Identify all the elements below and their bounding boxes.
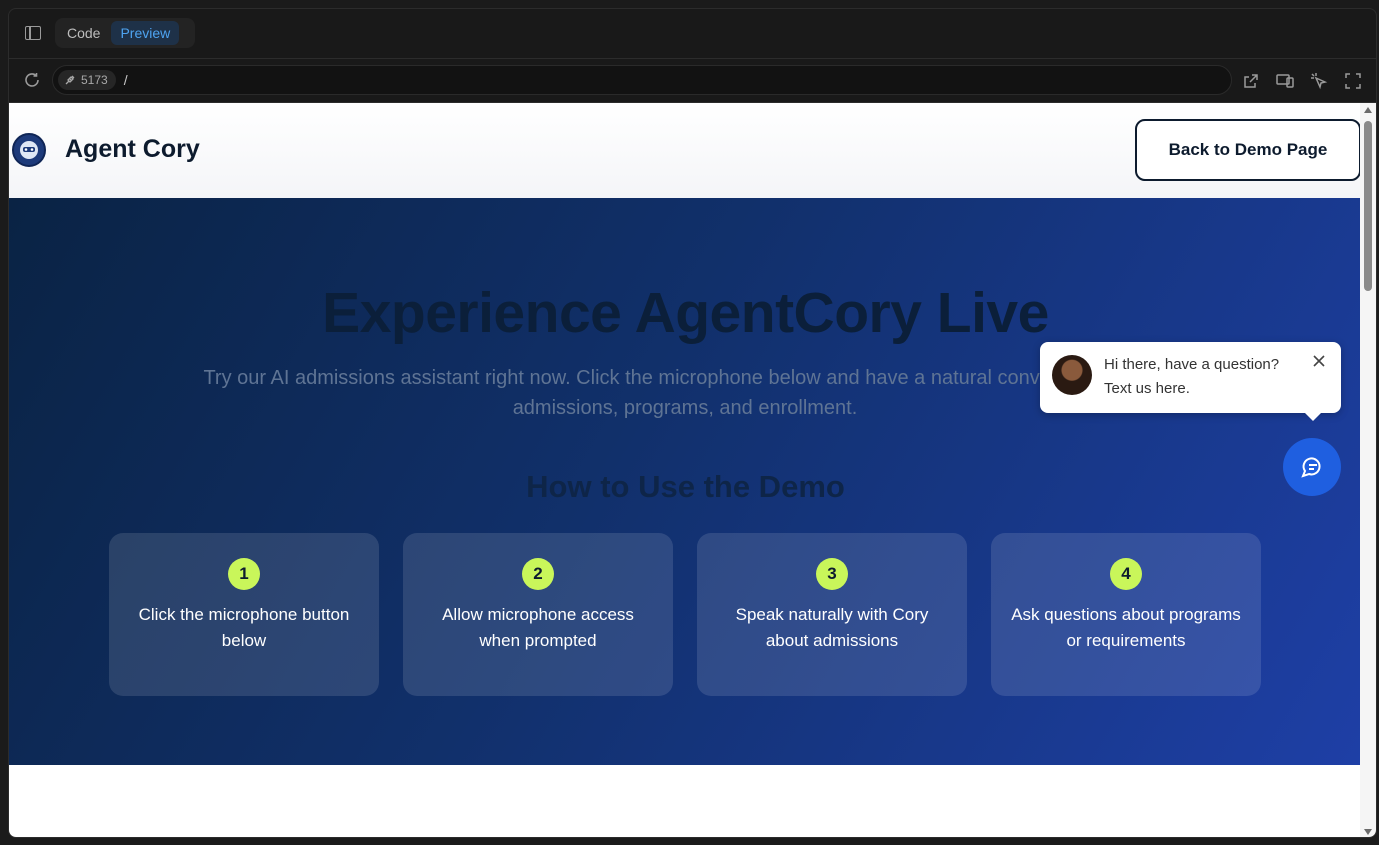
port-badge[interactable]: 5173 [58,70,116,90]
toolbar-icons [1242,72,1362,90]
hero-title: Experience AgentCory Live [322,281,1049,345]
step-text: Ask questions about programs or requirem… [1011,605,1241,650]
hero-section: Experience AgentCory Live Try our AI adm… [9,198,1362,765]
site-header: Agent Cory Back to Demo Page [9,103,1362,198]
tab-preview[interactable]: Preview [111,21,180,45]
responsive-device-icon[interactable] [1276,72,1294,90]
address-row: 5173 / [9,59,1376,103]
step-text: Speak naturally with Cory about admissio… [735,605,929,650]
chat-prompt-text[interactable]: Hi there, have a question? Text us here. [1104,353,1304,401]
brand-name[interactable]: Agent Cory [65,135,200,164]
address-bar[interactable]: 5173 / [52,65,1232,95]
browser-frame: Code Preview 5173 / Agent Cory Back to D… [8,8,1377,838]
chat-launcher-button[interactable] [1283,438,1341,496]
robot-icon [20,141,38,159]
preview-viewport: Agent Cory Back to Demo Page Experience … [9,103,1362,837]
tab-code[interactable]: Code [58,21,109,45]
reload-icon[interactable] [23,71,41,89]
scroll-up-icon[interactable] [1364,107,1372,113]
port-number: 5173 [81,73,108,87]
chat-icon [1301,457,1321,478]
step-number: 4 [1110,558,1142,590]
step-card: 2 Allow microphone access when prompted [403,533,673,696]
top-toolbar: Code Preview [9,9,1376,59]
scrollbar-thumb[interactable] [1364,121,1372,291]
url-path[interactable]: / [124,72,128,88]
view-switcher: Code Preview [55,18,195,48]
open-external-icon[interactable] [1242,72,1260,90]
chat-prompt-bubble[interactable]: Hi there, have a question? Text us here. [1040,342,1341,421]
step-card: 3 Speak naturally with Cory about admiss… [697,533,967,696]
scroll-down-icon[interactable] [1364,829,1372,835]
step-number: 2 [522,558,554,590]
steps-list: 1 Click the microphone button below 2 Al… [109,533,1261,696]
step-text: Click the microphone button below [138,605,350,650]
vertical-scrollbar[interactable] [1360,103,1376,837]
element-select-icon[interactable] [1310,72,1328,90]
howto-title: How to Use the Demo [526,469,845,504]
close-icon[interactable] [1312,354,1326,368]
step-text: Allow microphone access when prompted [442,605,634,650]
fullscreen-icon[interactable] [1344,72,1362,90]
agent-avatar [1052,355,1092,395]
step-number: 3 [816,558,848,590]
plug-icon [65,75,75,85]
brand-logo[interactable] [12,133,46,167]
step-card: 4 Ask questions about programs or requir… [991,533,1261,696]
sidebar-toggle-icon[interactable] [25,26,41,40]
step-number: 1 [228,558,260,590]
step-card: 1 Click the microphone button below [109,533,379,696]
back-to-demo-button[interactable]: Back to Demo Page [1135,119,1361,181]
